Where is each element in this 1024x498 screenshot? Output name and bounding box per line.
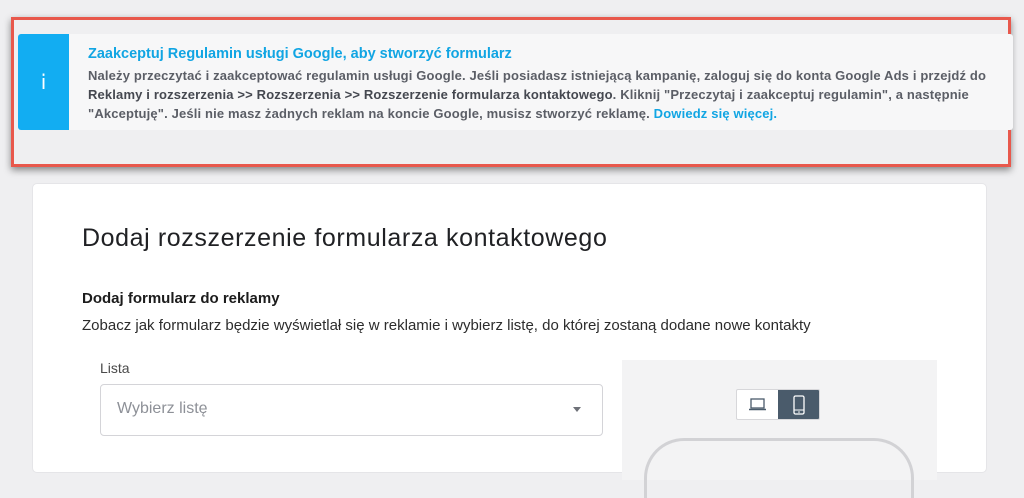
list-select[interactable]: Wybierz listę [100,384,603,436]
phone-mockup-frame [644,438,914,498]
laptop-icon [749,398,766,411]
info-icon: i [18,34,69,130]
list-field-label: Lista [100,360,130,376]
section-title: Dodaj formularz do reklamy [82,290,280,307]
device-toggle [736,389,820,420]
mobile-icon [792,394,805,415]
list-select-placeholder: Wybierz listę [117,400,208,417]
page-title: Dodaj rozszerzenie formularza kontaktowe… [82,224,608,252]
notice-text-part-1: Należy przeczytać i zaakceptować regulam… [88,68,987,83]
ad-preview-panel [622,360,937,498]
notice-text: Należy przeczytać i zaakceptować regulam… [88,66,997,123]
google-terms-notice: i Zaakceptuj Regulamin usługi Google, ab… [18,34,1013,130]
learn-more-link[interactable]: Dowiedz się więcej. [654,106,778,121]
caret-down-icon [573,407,581,412]
notice-body: Zaakceptuj Regulamin usługi Google, aby … [69,34,1013,130]
desktop-preview-button[interactable] [737,390,778,419]
section-description: Zobacz jak formularz będzie wyświetlał s… [82,317,811,334]
notice-navigation-path: Reklamy i rozszerzenia >> Rozszerzenia >… [88,87,613,102]
lead-form-card: Dodaj rozszerzenie formularza kontaktowe… [32,183,987,498]
notice-title: Zaakceptuj Regulamin usługi Google, aby … [88,46,512,62]
mobile-preview-button[interactable] [778,390,819,419]
